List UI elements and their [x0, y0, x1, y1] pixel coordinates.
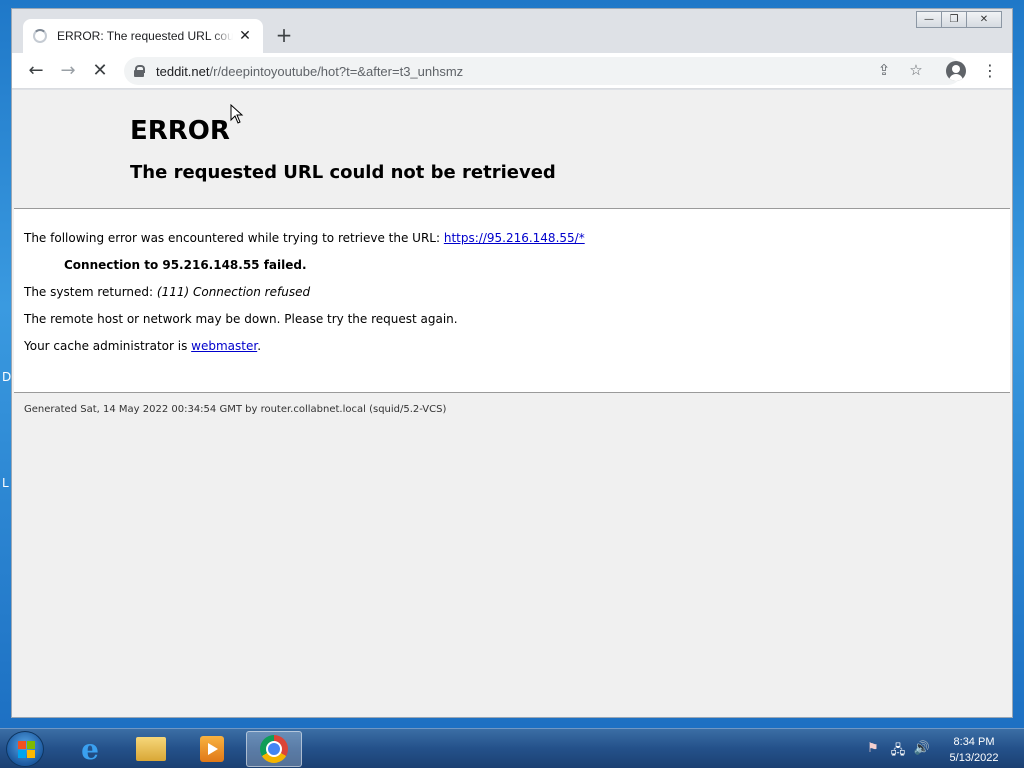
windows-logo-blue — [18, 750, 26, 758]
clock-date: 5/13/2022 — [949, 752, 999, 764]
tab-active[interactable]: ERROR: The requested URL could not be re… — [23, 19, 263, 53]
folder-icon — [136, 737, 166, 761]
error-url-link[interactable]: https://95.216.148.55/* — [444, 231, 585, 245]
system-returned-error: (111) Connection refused — [156, 285, 311, 299]
error-subtitle: The requested URL could not be retrieved — [130, 162, 556, 183]
error-title: ERROR — [130, 116, 230, 146]
browser-toolbar: ← → ✕ teddit.net/r/deepintoyoutube/hot?t… — [12, 53, 1012, 89]
volume-icon[interactable]: 🔊 — [913, 741, 931, 756]
connection-failed-line: Connection to 95.216.148.55 failed. — [64, 258, 307, 272]
error-details: The following error was encountered whil… — [14, 208, 1010, 393]
share-icon[interactable]: ⇪ — [874, 61, 894, 79]
tab-close-icon[interactable]: ✕ — [237, 28, 253, 44]
desktop-label-fragment: L — [2, 476, 9, 490]
page-content: ERROR The requested URL could not be ret… — [12, 90, 1012, 717]
system-returned-prefix: The system returned: — [24, 285, 157, 299]
bookmark-star-icon[interactable]: ☆ — [906, 61, 926, 79]
window-controls: — ❐ ✕ — [916, 11, 1002, 29]
minimize-button[interactable]: — — [916, 11, 942, 28]
forward-button[interactable]: → — [56, 59, 80, 83]
internet-explorer-taskbar-button[interactable]: e — [62, 731, 118, 767]
webmaster-link[interactable]: webmaster — [191, 339, 257, 353]
error-url-line: The following error was encountered whil… — [24, 231, 585, 245]
url-host: teddit.net — [156, 63, 210, 79]
chrome-taskbar-button[interactable] — [246, 731, 302, 767]
media-player-icon — [200, 736, 224, 762]
system-returned-line: The system returned: (111) Connection re… — [24, 285, 310, 299]
chrome-icon — [260, 735, 288, 763]
address-bar[interactable]: teddit.net/r/deepintoyoutube/hot?t=&afte… — [124, 57, 962, 85]
media-player-taskbar-button[interactable] — [184, 731, 240, 767]
loading-spinner-icon — [33, 29, 47, 43]
back-button[interactable]: ← — [24, 59, 48, 83]
windows-logo-green — [27, 741, 35, 749]
taskbar: e ⚑ 🖧 🔊 8:34 PM 5/13/2022 — [0, 728, 1024, 768]
url-path: /r/deepintoyoutube/hot?t=&after=t3_unhsm… — [209, 63, 464, 79]
title-bar: ERROR: The requested URL could not be re… — [12, 9, 1012, 53]
tab-title: ERROR: The requested URL could not be re… — [57, 29, 233, 43]
internet-explorer-icon: e — [81, 732, 99, 766]
new-tab-button[interactable]: + — [274, 23, 294, 47]
desktop-label-fragment: D — [2, 370, 12, 384]
admin-prefix: Your cache administrator is — [24, 339, 192, 353]
windows-logo-red — [18, 741, 26, 749]
mouse-cursor-icon — [230, 104, 244, 124]
browser-menu-icon[interactable]: ⋮ — [980, 59, 1000, 83]
windows-logo-yellow — [27, 750, 35, 758]
error-url-prefix: The following error was encountered whil… — [24, 231, 444, 245]
stop-loading-button[interactable]: ✕ — [88, 59, 112, 83]
retry-hint-line: The remote host or network may be down. … — [24, 312, 458, 326]
browser-window: ERROR: The requested URL could not be re… — [11, 8, 1013, 718]
network-icon[interactable]: 🖧 — [889, 741, 907, 763]
admin-line: Your cache administrator is webmaster. — [24, 339, 261, 353]
profile-avatar-icon[interactable] — [946, 61, 966, 81]
admin-suffix: . — [257, 339, 262, 353]
lock-icon[interactable] — [134, 65, 145, 77]
restore-button[interactable]: ❐ — [941, 11, 967, 28]
start-button[interactable] — [6, 731, 44, 767]
url-text[interactable]: teddit.net/r/deepintoyoutube/hot?t=&afte… — [156, 64, 463, 79]
close-window-button[interactable]: ✕ — [966, 11, 1002, 28]
clock-time: 8:34 PM — [953, 736, 995, 748]
generated-footer: Generated Sat, 14 May 2022 00:34:54 GMT … — [24, 404, 447, 415]
system-clock[interactable]: 8:34 PM 5/13/2022 — [944, 734, 1004, 766]
file-explorer-taskbar-button[interactable] — [123, 731, 179, 767]
action-center-flag-icon[interactable]: ⚑ — [864, 741, 882, 756]
